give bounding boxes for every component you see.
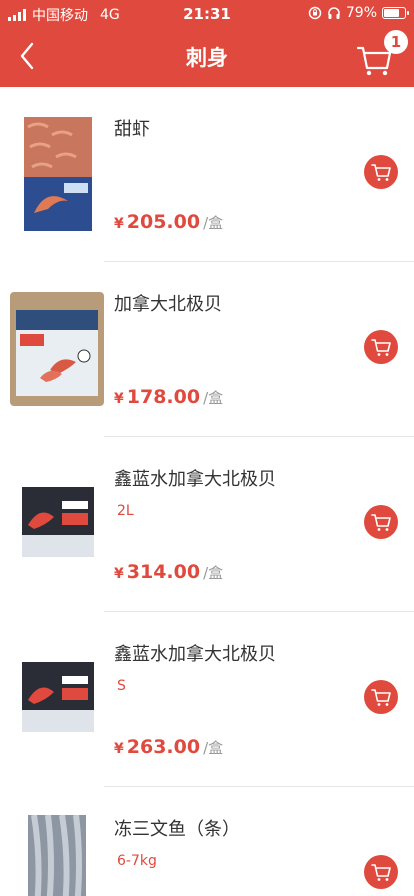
add-to-cart-button[interactable] [364, 155, 398, 189]
product-list: 甜虾 ¥205.00/盒 加拿大北极贝 ¥ 178.00 /盒 鑫蓝水加拿大北极… [0, 87, 414, 896]
app-header: 中国移动 4G 21:31 79% 刺身 1 [0, 0, 414, 87]
product-image [18, 475, 98, 571]
cart-icon [371, 689, 391, 706]
product-price: ¥178.00/盒 [114, 386, 223, 408]
add-to-cart-button[interactable] [364, 505, 398, 539]
product-item[interactable]: 冻三文鱼（条） 6-7kg [0, 787, 414, 896]
product-item[interactable]: 鑫蓝水加拿大北极贝 2L ¥314.00/盒 [0, 437, 414, 612]
orientation-lock-icon [308, 6, 322, 20]
price-unit: /盒 [203, 739, 224, 757]
price-value: 205.00 [126, 211, 201, 233]
product-name: 鑫蓝水加拿大北极贝 [114, 644, 276, 665]
product-price: ¥205.00/盒 [114, 211, 223, 233]
product-image [28, 815, 86, 896]
product-item[interactable]: 鑫蓝水加拿大北极贝 S ¥263.00/盒 [0, 612, 414, 787]
battery-fill [384, 9, 399, 17]
status-right: 79% [308, 5, 409, 21]
cart-icon [371, 164, 391, 181]
product-spec: 6-7kg [117, 853, 157, 869]
product-image [18, 650, 98, 746]
cart-icon [371, 514, 391, 531]
product-item[interactable]: 甜虾 ¥205.00/盒 [0, 87, 414, 262]
product-spec: 2L [117, 503, 134, 519]
product-name: 鑫蓝水加拿大北极贝 [114, 469, 276, 490]
battery-icon [382, 7, 409, 19]
product-spec: S [117, 678, 126, 694]
product-name: 冻三文鱼（条） [114, 819, 240, 840]
product-item[interactable]: 加拿大北极贝 ¥178.00/盒 [0, 262, 414, 437]
currency-symbol: ¥ [114, 741, 124, 757]
cart-icon [371, 339, 391, 356]
price-unit: /盒 [203, 214, 224, 232]
cart-count-badge: 1 [384, 30, 408, 54]
currency-symbol: ¥ [114, 216, 124, 232]
currency-symbol: ¥ [114, 391, 124, 407]
nav-bar: 刺身 1 [0, 28, 414, 87]
product-name: 甜虾 [114, 119, 150, 140]
product-name: 加拿大北极贝 [114, 294, 222, 315]
currency-symbol: ¥ [114, 566, 124, 582]
status-bar: 中国移动 4G 21:31 79% [0, 0, 414, 28]
price-value: 178.00 [126, 386, 201, 408]
product-image [10, 292, 104, 406]
product-price: ¥314.00/盒 [114, 561, 223, 583]
page-title: 刺身 [186, 46, 228, 70]
product-image [12, 115, 104, 233]
add-to-cart-button[interactable] [364, 855, 398, 889]
product-price: ¥263.00/盒 [114, 736, 223, 758]
add-to-cart-button[interactable] [364, 680, 398, 714]
price-value: 314.00 [126, 561, 201, 583]
battery-percent: 79% [345, 5, 377, 21]
price-unit: /盒 [203, 564, 224, 582]
add-to-cart-button[interactable] [364, 330, 398, 364]
price-value: 263.00 [126, 736, 201, 758]
cart-icon [371, 864, 391, 881]
price-unit: /盒 [203, 389, 224, 407]
headphones-icon [328, 7, 340, 19]
